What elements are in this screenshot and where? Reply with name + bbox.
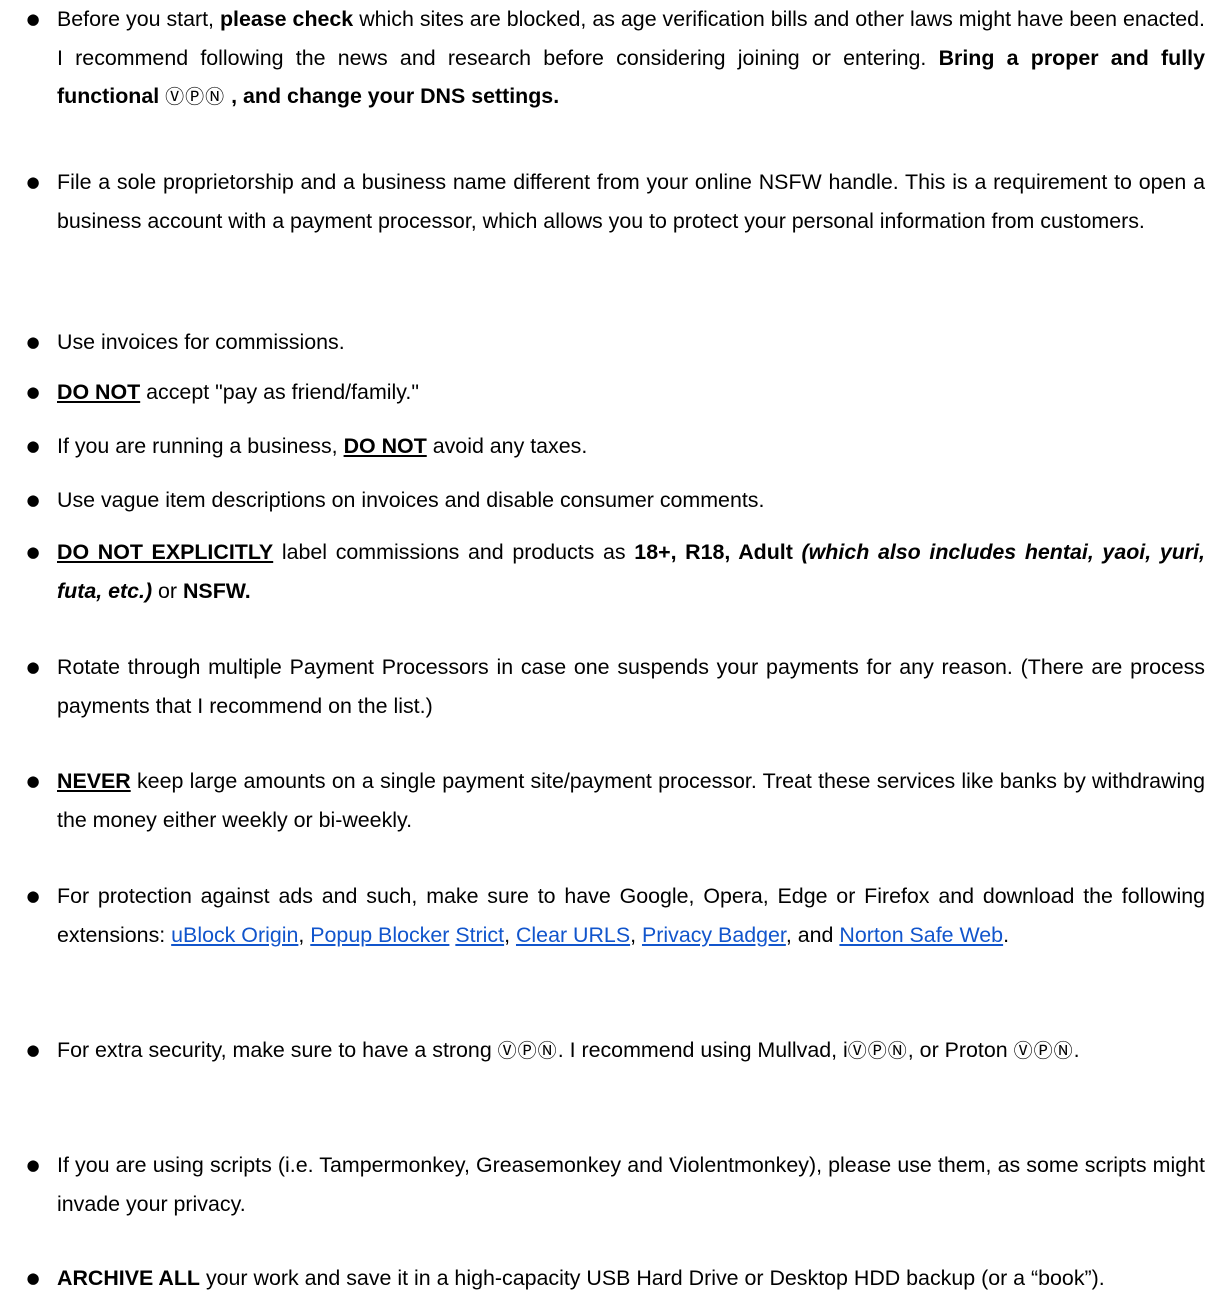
list-item-text: File a sole proprietorship and a busines… <box>57 163 1205 240</box>
text-run: , and <box>785 922 840 947</box>
vpn-glyphs: ⓋⓅⓃ <box>1013 1040 1074 1062</box>
text-run: Use invoices for commissions. <box>57 330 345 354</box>
text-run: For extra security, make sure to have a … <box>57 1038 498 1062</box>
text-run: If you are using scripts (i.e. Tampermon… <box>57 1153 1205 1216</box>
vpn-glyphs: ⓋⓅⓃ <box>497 1040 558 1062</box>
text-run: , and change your DNS settings. <box>225 84 560 109</box>
document-page: ● Before you start, please check which si… <box>0 0 1218 1301</box>
list-item-text: NEVER keep large amounts on a single pay… <box>57 762 1205 839</box>
bullet-icon: ● <box>26 437 40 455</box>
text-run: 18+, R18, Adult <box>634 540 802 564</box>
bullet-icon: ● <box>26 1269 40 1287</box>
link-ublock-origin[interactable]: uBlock Origin <box>171 923 298 947</box>
text-run: DO NOT EXPLICITLY <box>57 540 274 564</box>
link-strict[interactable]: Strict <box>455 923 504 947</box>
list-item-text: Use invoices for commissions. <box>57 323 1205 362</box>
bullet-icon: ● <box>26 772 40 790</box>
bullet-icon: ● <box>26 658 40 676</box>
link-privacy-badger[interactable]: Privacy Badger <box>642 923 786 947</box>
list-item-text: Use vague item descriptions on invoices … <box>57 481 1205 520</box>
list-item-text: Before you start, please check which sit… <box>57 0 1205 117</box>
text-run: avoid any taxes. <box>426 434 588 458</box>
text-run: If you are running a business, <box>57 434 344 458</box>
text-run: , <box>298 922 311 947</box>
bullet-icon: ● <box>26 543 40 561</box>
bullet-icon: ● <box>26 10 40 28</box>
link-norton-safe-web[interactable]: Norton Safe Web <box>839 923 1003 947</box>
text-run: Before you start, <box>57 7 220 31</box>
text-run: ARCHIVE ALL <box>57 1266 200 1290</box>
list-item-text: For extra security, make sure to have a … <box>57 1031 1205 1071</box>
text-run: NSFW. <box>182 578 251 603</box>
text-run: . <box>1073 1038 1080 1062</box>
list-item-text: DO NOT EXPLICITLY label commissions and … <box>57 533 1205 610</box>
list-item-text: Rotate through multiple Payment Processo… <box>57 648 1205 725</box>
text-run: NEVER <box>57 769 131 793</box>
list-item-text: DO NOT accept "pay as friend/family." <box>57 373 1205 412</box>
text-run: File a sole proprietorship and a busines… <box>57 170 1205 233</box>
text-run: , <box>630 922 642 947</box>
text-run: keep large amounts on a single payment s… <box>57 769 1205 832</box>
text-run: your work and save it in a high-capacity… <box>200 1266 1105 1290</box>
text-run: , or Proton <box>907 1038 1014 1062</box>
link-popup-blocker[interactable]: Popup Blocker <box>310 923 449 947</box>
vpn-glyphs: ⓋⓅⓃ <box>165 86 226 109</box>
bullet-icon: ● <box>26 333 40 351</box>
text-run: DO NOT <box>57 380 141 404</box>
text-run: DO NOT <box>343 434 427 458</box>
bullet-icon: ● <box>26 173 40 191</box>
text-run: accept "pay as friend/family." <box>140 380 419 404</box>
text-run: please check <box>219 7 354 31</box>
bullet-icon: ● <box>26 1041 40 1059</box>
bullet-icon: ● <box>26 887 40 905</box>
vpn-glyphs: ⓋⓅⓃ <box>847 1040 908 1062</box>
list-item-text: ARCHIVE ALL your work and save it in a h… <box>57 1259 1205 1298</box>
text-run: or <box>152 578 183 603</box>
text-run: , <box>504 922 516 947</box>
list-item-text: For protection against ads and such, mak… <box>57 877 1205 954</box>
link-clear-urls[interactable]: Clear URLS <box>516 923 630 947</box>
text-run: . I recommend using Mullvad, i <box>557 1038 848 1062</box>
bullet-icon: ● <box>26 491 40 509</box>
text-run: label commissions and products as <box>273 540 635 564</box>
text-run: . <box>1003 922 1010 947</box>
list-item-text: If you are running a business, DO NOT av… <box>57 427 1205 466</box>
bullet-icon: ● <box>26 383 40 401</box>
text-run: Use vague item descriptions on invoices … <box>57 488 765 512</box>
text-run: Rotate through multiple Payment Processo… <box>57 655 1205 718</box>
list-item-text: If you are using scripts (i.e. Tampermon… <box>57 1146 1205 1223</box>
bullet-icon: ● <box>26 1156 40 1174</box>
